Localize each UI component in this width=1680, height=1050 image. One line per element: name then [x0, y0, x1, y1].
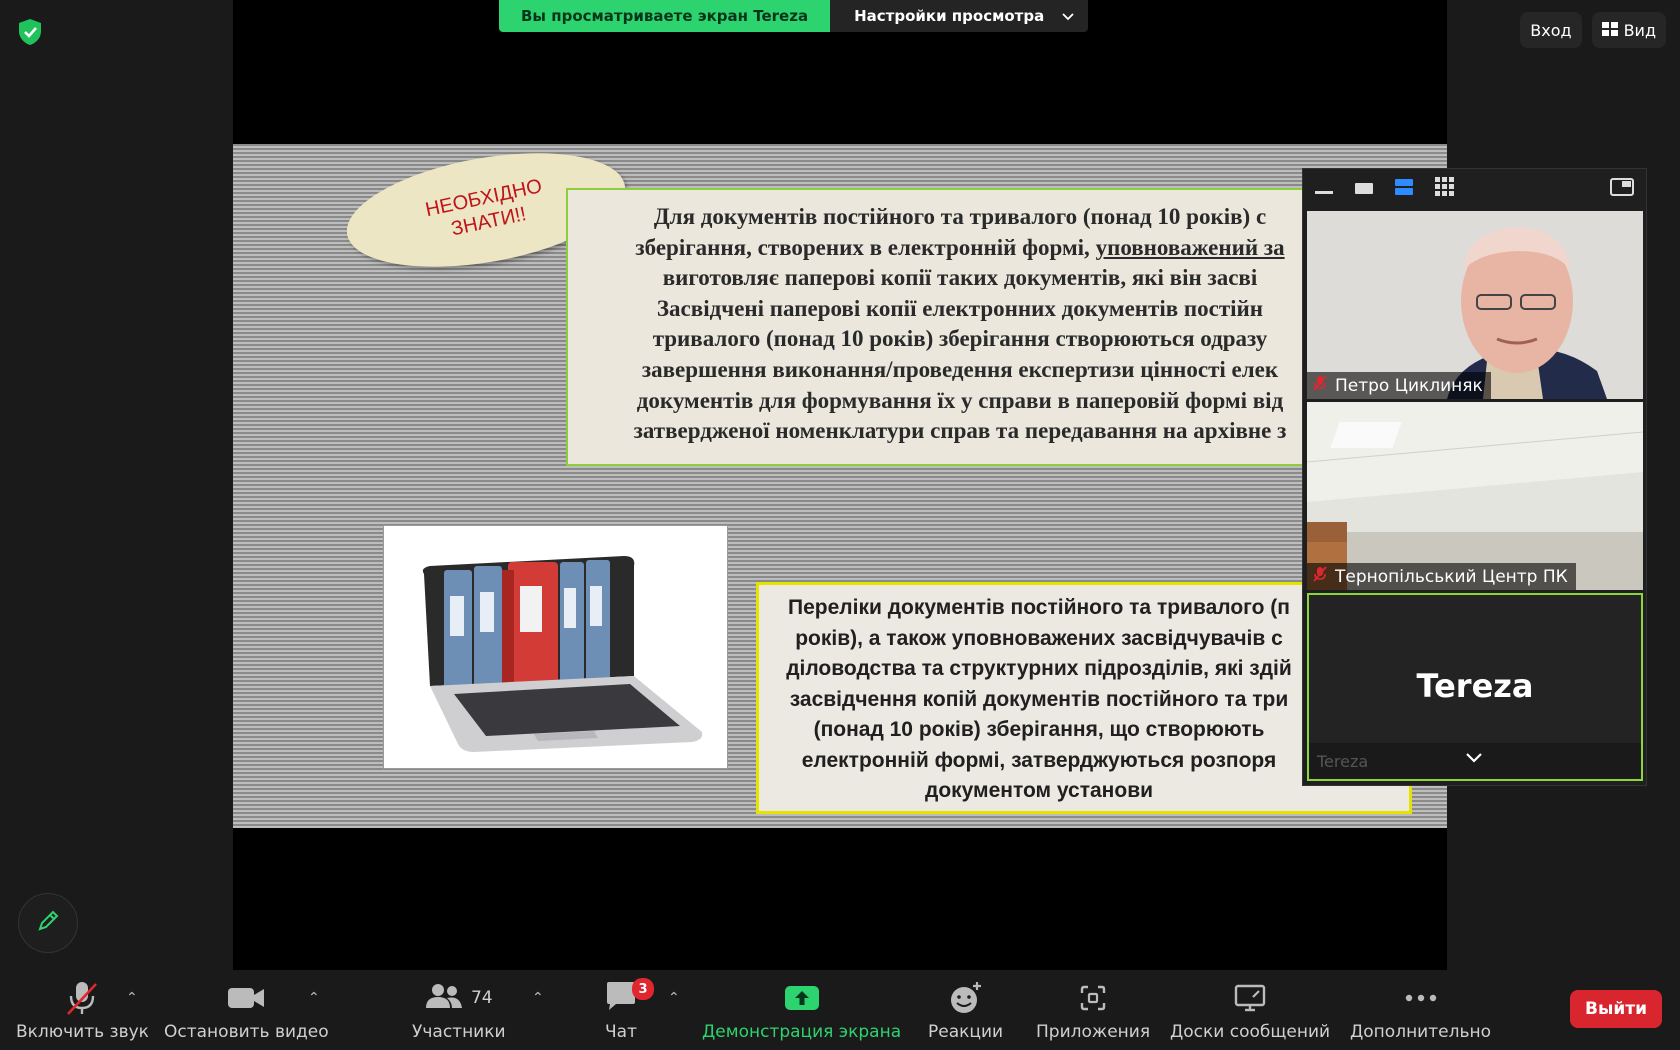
- participant-gallery-panel: Петро Циклиняк Тернопільський Центр ПК T…: [1302, 168, 1647, 786]
- share-screen-button[interactable]: Демонстрация экрана: [702, 978, 901, 1042]
- participant-display-name: Tereza: [1416, 667, 1534, 705]
- box1-line: тривалого (понад 10 років) зберігання ст…: [652, 326, 1268, 352]
- view-settings-label: Настройки просмотра: [854, 7, 1045, 25]
- box2-line: електронній формі, затверджуються розпор…: [801, 748, 1277, 772]
- participants-options-caret-icon[interactable]: ⌃: [532, 990, 544, 1006]
- grid-icon[interactable]: [1435, 177, 1455, 201]
- underlined-phrase: уповноважений за: [1095, 234, 1285, 260]
- participant-video-tile[interactable]: Петро Циклиняк: [1307, 211, 1643, 399]
- muted-mic-icon: [1313, 375, 1327, 396]
- muted-microphone-icon: [65, 978, 99, 1018]
- gallery-toolbar: [1303, 169, 1646, 209]
- apps-icon: [1078, 978, 1108, 1018]
- viewing-screen-label: Вы просматриваете экран Tereza: [499, 0, 831, 32]
- zoom-meeting-window: Вы просматриваете экран Tereza Настройки…: [0, 0, 1680, 1050]
- view-settings-dropdown[interactable]: Настройки просмотра: [830, 0, 1089, 32]
- box2-line: засвідчення копій документів постійного …: [789, 687, 1289, 711]
- annotate-pen-button[interactable]: [18, 893, 78, 953]
- minimize-icon[interactable]: [1315, 180, 1333, 199]
- top-right-controls: Вход Вид: [1520, 12, 1666, 48]
- participant-name-tag: Тернопільський Центр ПК: [1307, 563, 1576, 590]
- box1-line: виготовляє паперові копії таких документ…: [662, 265, 1258, 291]
- apps-button[interactable]: Приложения: [1036, 978, 1150, 1042]
- box1-line: Для документів постійного та тривалого (…: [653, 204, 1267, 229]
- participant-name-tag: Петро Циклиняк: [1307, 372, 1491, 399]
- box1-line: зберігання, створених в електронній форм…: [635, 234, 1285, 260]
- box2-line: років), а також уповноважених засвідчува…: [795, 626, 1283, 650]
- participants-icon: [425, 982, 463, 1015]
- reactions-button[interactable]: Реакции: [928, 978, 1003, 1042]
- box2-line: діловодства та структурних підрозділів, …: [786, 657, 1292, 680]
- box1-line: документів для формування їх у справи в …: [636, 387, 1284, 413]
- smiley-plus-icon: [949, 978, 983, 1018]
- box1-line: завершення виконання/проведення експерти…: [641, 356, 1279, 382]
- participant-video-tile[interactable]: Тернопільський Центр ПК: [1307, 402, 1643, 590]
- chevron-down-icon: [1062, 7, 1074, 25]
- participant-footer-name: Tereza: [1317, 751, 1369, 771]
- participant-name: Тернопільський Центр ПК: [1335, 566, 1568, 587]
- video-camera-icon: [227, 978, 265, 1018]
- pip-icon[interactable]: [1610, 178, 1634, 200]
- stop-video-button[interactable]: Остановить видео: [164, 978, 329, 1042]
- whiteboards-button[interactable]: Доски сообщений: [1170, 978, 1330, 1042]
- share-screen-icon: [783, 978, 821, 1018]
- box2-line: (понад 10 років) зберігання, що створюют…: [813, 718, 1265, 741]
- login-button[interactable]: Вход: [1520, 12, 1582, 48]
- unmute-label: Включить звук: [16, 1022, 149, 1042]
- box2-line: Переліки документів постійного та тривал…: [788, 596, 1290, 619]
- whiteboards-label: Доски сообщений: [1170, 1022, 1331, 1042]
- strip-view-icon[interactable]: [1395, 178, 1413, 200]
- stop-video-label: Остановить видео: [164, 1022, 329, 1042]
- participant-video-feed: [1307, 211, 1643, 399]
- share-screen-label: Демонстрация экрана: [702, 1022, 902, 1042]
- login-label: Вход: [1530, 20, 1572, 40]
- viewing-banner: Вы просматриваете экран Tereza Настройки…: [499, 0, 1089, 32]
- reactions-label: Реакции: [928, 1022, 1004, 1042]
- meeting-toolbar: Включить звук ⌃ Остановить видео ⌃ 74 Уч…: [0, 970, 1680, 1050]
- chat-label: Чат: [605, 1022, 637, 1042]
- box1-line: затвердженої номенклатури справ та перед…: [633, 418, 1287, 444]
- view-label: Вид: [1623, 20, 1656, 40]
- chevron-down-icon[interactable]: [1465, 749, 1483, 768]
- more-dots-icon: [1404, 978, 1438, 1018]
- pencil-icon: [36, 909, 60, 937]
- more-button[interactable]: Дополнительно: [1350, 978, 1491, 1042]
- muted-mic-icon: [1313, 566, 1327, 587]
- apps-label: Приложения: [1036, 1022, 1151, 1042]
- single-view-icon[interactable]: [1355, 180, 1373, 199]
- participant-video-feed: [1307, 402, 1643, 590]
- leave-meeting-button[interactable]: Выйти: [1570, 990, 1662, 1028]
- chat-button[interactable]: 3 Чат: [604, 978, 654, 1042]
- view-button[interactable]: Вид: [1591, 12, 1666, 48]
- laptop-binders-image: [383, 525, 728, 769]
- participants-count: 74: [470, 988, 493, 1008]
- box1-line: Засвідчені паперові копії електронних до…: [656, 295, 1264, 321]
- more-label: Дополнительно: [1350, 1022, 1491, 1042]
- participants-button[interactable]: 74 Участники: [412, 978, 506, 1042]
- security-shield-icon[interactable]: [14, 16, 46, 48]
- chat-options-caret-icon[interactable]: ⌃: [668, 990, 680, 1006]
- presentation-slide: НЕОБХІДНО ЗНАТИ!! Для документів постійно…: [233, 144, 1447, 828]
- participant-name: Петро Циклиняк: [1335, 375, 1483, 396]
- unread-chat-badge: 3: [632, 978, 654, 1000]
- participants-label: Участники: [412, 1022, 506, 1042]
- video-options-caret-icon[interactable]: ⌃: [308, 990, 320, 1006]
- grid-view-icon: [1601, 21, 1618, 40]
- box2-line: документом установи: [924, 779, 1154, 802]
- whiteboard-icon: [1233, 978, 1267, 1018]
- audio-options-caret-icon[interactable]: ⌃: [126, 990, 138, 1006]
- unmute-button[interactable]: Включить звук: [16, 978, 149, 1042]
